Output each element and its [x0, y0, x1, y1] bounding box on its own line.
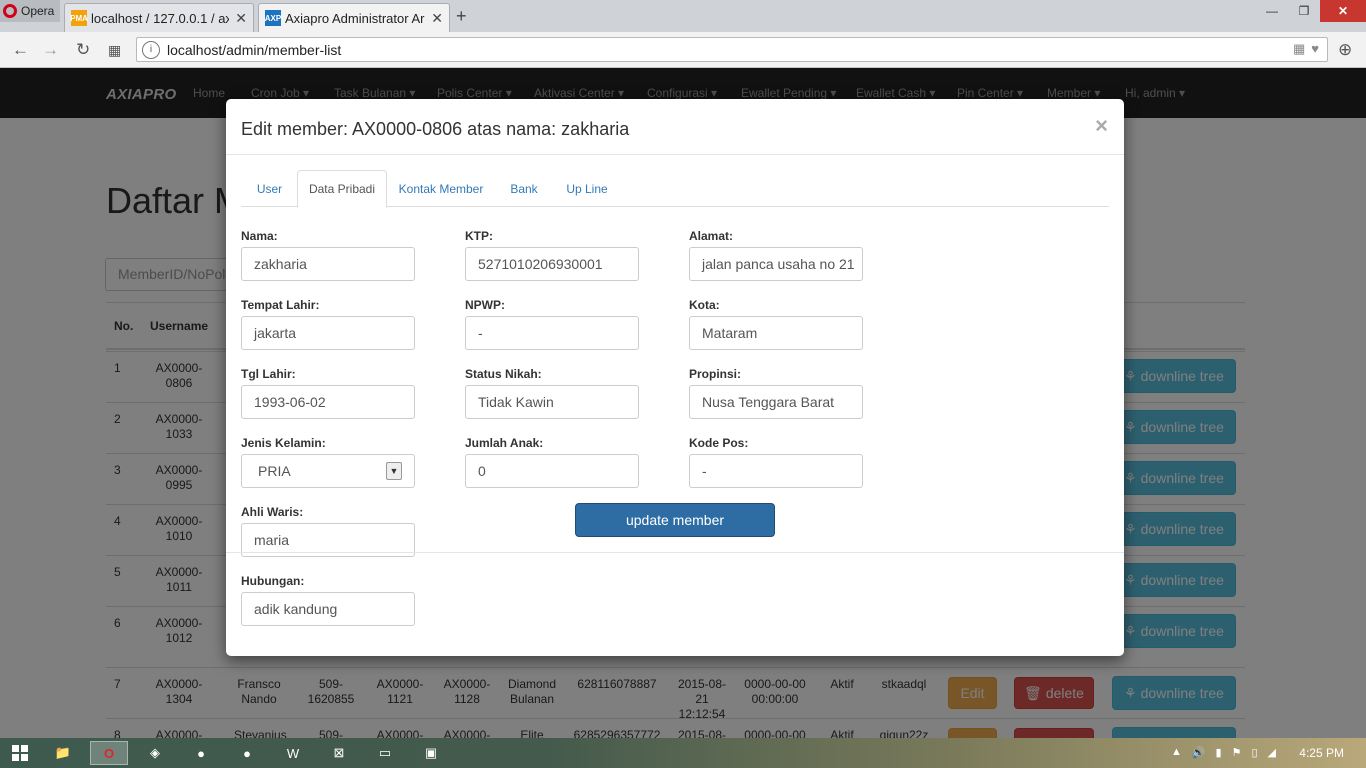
opera-menu-label: Opera	[21, 4, 55, 18]
kode-pos-input[interactable]: -	[689, 454, 863, 488]
alamat-input[interactable]: jalan panca usaha no 21	[689, 247, 863, 281]
browser-tab-bar: Opera PMA localhost / 127.0.0.1 / axiapr…	[0, 0, 1366, 32]
maximize-icon[interactable]: ❐	[1288, 0, 1320, 22]
tab-title: Axiapro Administrator Area	[285, 10, 426, 26]
jumlah-anak-label: Jumlah Anak:	[465, 436, 544, 450]
jenis-kelamin-label: Jenis Kelamin:	[241, 436, 326, 450]
hubungan-input[interactable]: adik kandung	[241, 592, 415, 626]
nama-label: Nama:	[241, 229, 278, 243]
propinsi-label: Propinsi:	[689, 367, 742, 381]
system-tray: ▲ 🔊 ▮ ⚑ ▯ ◢	[1171, 746, 1276, 759]
web-page: AXIAPRO Home Cron Job ▾ Task Bulanan ▾ P…	[0, 68, 1366, 738]
reload-icon[interactable]: ↻	[76, 40, 90, 60]
kota-label: Kota:	[689, 298, 720, 312]
nama-input[interactable]: zakharia	[241, 247, 415, 281]
chevron-down-icon[interactable]: ▼	[386, 462, 402, 480]
window-controls: — ❐ ✕	[1256, 0, 1366, 22]
modal-footer-divider	[226, 552, 1124, 553]
kota-input[interactable]: Mataram	[689, 316, 863, 350]
speed-dial-grid-icon[interactable]: ▦	[108, 42, 121, 59]
browser-tab-axiapro[interactable]: AXP Axiapro Administrator Area ✕	[258, 3, 450, 32]
app-icon[interactable]: ◈	[136, 741, 174, 765]
opera-taskbar-icon[interactable]: O	[90, 741, 128, 765]
firefox-alt-icon[interactable]: ●	[228, 741, 266, 765]
tab-data-pribadi[interactable]: Data Pribadi	[297, 170, 387, 208]
windows-start-icon[interactable]	[12, 745, 28, 761]
url-input[interactable]: i localhost/admin/member-list ▦ ♥	[136, 37, 1328, 62]
jenis-kelamin-value: PRIA	[258, 463, 291, 479]
modal-header: Edit member: AX0000-0806 atas nama: zakh…	[226, 99, 1124, 155]
close-tab-icon[interactable]: ✕	[235, 10, 247, 27]
npwp-input[interactable]: -	[465, 316, 639, 350]
minimize-icon[interactable]: —	[1256, 0, 1288, 22]
ahli-waris-label: Ahli Waris:	[241, 505, 304, 519]
status-nikah-label: Status Nikah:	[465, 367, 542, 381]
alamat-label: Alamat:	[689, 229, 734, 243]
tab-kontak-member[interactable]: Kontak Member	[388, 170, 494, 207]
ktp-input[interactable]: 5271010206930001	[465, 247, 639, 281]
close-window-icon[interactable]: ✕	[1320, 0, 1366, 22]
download-icon[interactable]: ⊕	[1338, 40, 1352, 60]
tgl-lahir-label: Tgl Lahir:	[241, 367, 296, 381]
forward-arrow-icon[interactable]: →	[42, 40, 59, 60]
url-text: localhost/admin/member-list	[167, 41, 342, 58]
clock[interactable]: 4:25 PM	[1299, 746, 1344, 760]
opera-logo-icon	[3, 4, 17, 18]
address-bar: ← → ↻ ▦ i localhost/admin/member-list ▦ …	[0, 32, 1366, 68]
new-tab-button[interactable]: +	[456, 6, 467, 27]
volume-icon[interactable]: 🔊	[1192, 746, 1206, 759]
npwp-label: NPWP:	[465, 298, 505, 312]
modal-tabs: User Data Pribadi Kontak Member Bank Up …	[241, 170, 1109, 208]
browser-tab-phpmyadmin[interactable]: PMA localhost / 127.0.0.1 / axiapro ✕	[64, 3, 254, 32]
update-member-button[interactable]: update member	[575, 503, 775, 537]
word-icon[interactable]: W	[274, 741, 312, 765]
back-arrow-icon[interactable]: ←	[12, 40, 29, 60]
battery-icon[interactable]: ▯	[1251, 746, 1257, 759]
edit-member-modal: Edit member: AX0000-0806 atas nama: zakh…	[226, 99, 1124, 656]
tray-expand-icon[interactable]: ▲	[1171, 746, 1182, 759]
xampp-icon[interactable]: ⊠	[320, 741, 358, 765]
firefox-icon[interactable]: ●	[182, 741, 220, 765]
tab-user[interactable]: User	[241, 170, 298, 207]
tab-title: localhost / 127.0.0.1 / axiapro	[91, 10, 230, 26]
network-icon[interactable]: ▮	[1216, 746, 1222, 759]
jumlah-anak-input[interactable]: 0	[465, 454, 639, 488]
tab-bank[interactable]: Bank	[495, 170, 553, 207]
flag-icon[interactable]: ⚑	[1232, 746, 1242, 759]
heart-icon[interactable]: ♥	[1311, 41, 1319, 57]
windows-taskbar: 📁 O ◈ ● ● W ⊠ ▭ ▣ ▲ 🔊 ▮ ⚑ ▯ ◢ 4:25 PM	[0, 738, 1366, 768]
file-explorer-icon[interactable]: 📁	[44, 741, 82, 765]
tempat-lahir-input[interactable]: jakarta	[241, 316, 415, 350]
close-icon[interactable]: ×	[1095, 113, 1108, 139]
phpmyadmin-favicon-icon: PMA	[70, 10, 88, 26]
site-info-icon[interactable]: i	[142, 40, 160, 59]
opera-menu-button[interactable]: Opera	[0, 0, 60, 22]
url-actions: ▦ ♥	[1293, 41, 1319, 57]
command-prompt-icon[interactable]: ▭	[366, 741, 404, 765]
hubungan-label: Hubungan:	[241, 574, 305, 588]
modal-title: Edit member: AX0000-0806 atas nama: zakh…	[241, 119, 630, 139]
close-tab-icon[interactable]: ✕	[431, 10, 443, 27]
status-nikah-input[interactable]: Tidak Kawin	[465, 385, 639, 419]
kode-pos-label: Kode Pos:	[689, 436, 749, 450]
tgl-lahir-input[interactable]: 1993-06-02	[241, 385, 415, 419]
app-window-icon[interactable]: ▣	[412, 741, 450, 765]
tempat-lahir-label: Tempat Lahir:	[241, 298, 320, 312]
axiapro-favicon-icon: AXP	[265, 10, 281, 26]
propinsi-input[interactable]: Nusa Tenggara Barat	[689, 385, 863, 419]
tiles-icon[interactable]: ▦	[1293, 41, 1305, 57]
wifi-icon[interactable]: ◢	[1268, 746, 1276, 759]
ktp-label: KTP:	[465, 229, 493, 243]
tab-up-line[interactable]: Up Line	[553, 170, 621, 207]
jenis-kelamin-select[interactable]: PRIA ▼	[241, 454, 415, 488]
